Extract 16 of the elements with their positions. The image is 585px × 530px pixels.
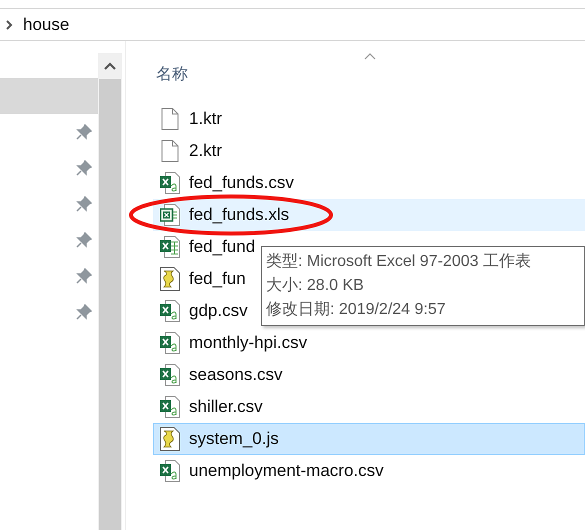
file-name: system_0.js [189,429,279,449]
tooltip-text: 大小: 28.0 KB [266,276,365,296]
tooltip-text: 类型: Microsoft Excel 97-2003 工作表 [266,252,532,272]
file-name: seasons.csv [189,365,283,385]
file-name: 2.ktr [189,141,222,161]
tooltip-text: 修改日期: 2019/2/24 9:57 [266,300,447,320]
file-name: gdp.csv [189,301,248,321]
folder-path: house [23,14,70,34]
file-name: fed_fund [189,237,256,257]
file-name: 1.ktr [189,109,222,129]
file-name: fed_fun [189,269,246,289]
file-name: fed_funds.xls [189,205,290,225]
file-name: fed_funds.csv [189,173,294,193]
file-name: unemployment-macro.csv [189,461,384,481]
file-name: shiller.csv [189,397,263,417]
file-name: monthly-hpi.csv [189,333,308,353]
